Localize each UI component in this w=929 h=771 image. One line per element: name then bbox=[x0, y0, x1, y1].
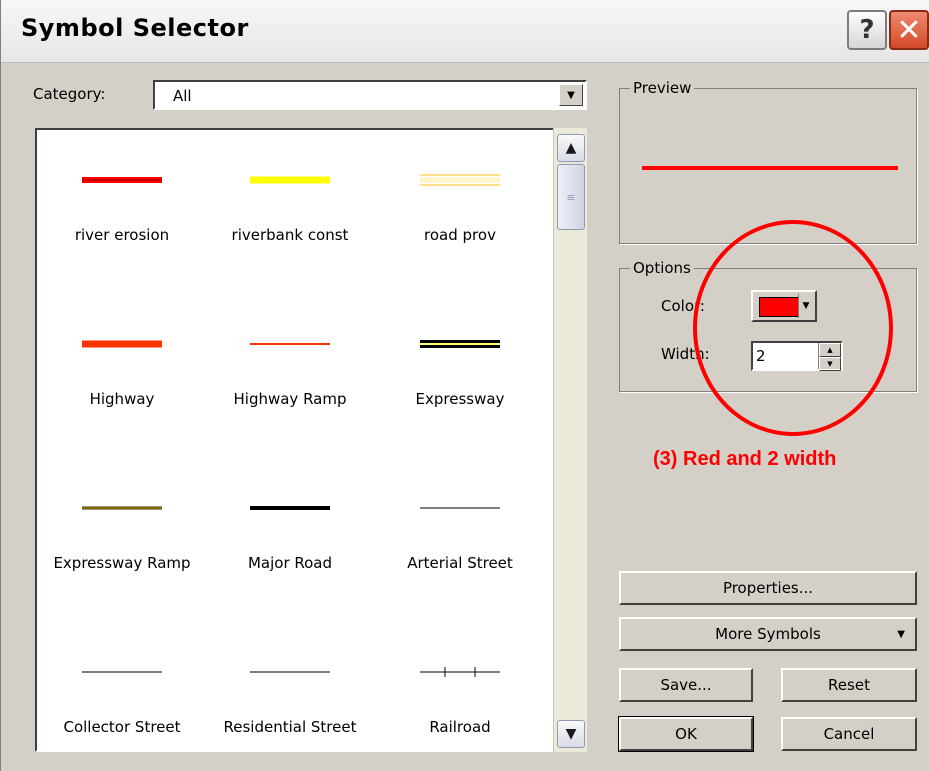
symbol-label: Expressway Ramp bbox=[53, 554, 191, 572]
symbol-item[interactable]: Railroad bbox=[375, 622, 545, 750]
category-dropdown[interactable]: All ▼ bbox=[153, 80, 587, 110]
symbol-list: river erosion riverbank const road prov … bbox=[35, 128, 587, 752]
save-button-label: Save... bbox=[660, 676, 712, 694]
symbol-swatch bbox=[205, 488, 375, 528]
symbol-label: Residential Street bbox=[223, 718, 357, 736]
cancel-button[interactable]: Cancel bbox=[781, 717, 917, 751]
chevron-down-icon[interactable]: ▼ bbox=[559, 84, 583, 106]
annotation-circle bbox=[693, 220, 893, 436]
ok-button[interactable]: OK bbox=[618, 716, 754, 752]
properties-button-label: Properties... bbox=[722, 579, 814, 597]
symbol-swatch bbox=[37, 160, 207, 200]
reset-button[interactable]: Reset bbox=[781, 668, 917, 702]
symbol-label: Expressway bbox=[415, 390, 505, 408]
symbol-swatch bbox=[375, 652, 545, 692]
symbol-swatch bbox=[205, 652, 375, 692]
symbol-swatch bbox=[37, 324, 207, 364]
symbol-item[interactable]: Highway bbox=[37, 294, 207, 444]
preview-group: Preview bbox=[619, 79, 917, 244]
symbol-label: Railroad bbox=[429, 718, 491, 736]
close-button[interactable]: ✕ bbox=[889, 10, 929, 50]
dialog-title: Symbol Selector bbox=[21, 14, 249, 42]
reset-button-label: Reset bbox=[828, 676, 870, 694]
properties-button[interactable]: Properties... bbox=[619, 571, 917, 605]
symbol-label: riverbank const bbox=[231, 226, 349, 244]
cancel-button-label: Cancel bbox=[823, 725, 875, 743]
preview-line bbox=[642, 166, 898, 170]
scrollbar-thumb[interactable]: ≡ bbox=[557, 164, 585, 230]
symbol-swatch bbox=[205, 160, 375, 200]
symbol-swatch bbox=[375, 488, 545, 528]
symbol-selector-dialog: Symbol Selector ? ✕ Category: All ▼ rive… bbox=[0, 0, 929, 771]
symbol-swatch bbox=[375, 160, 545, 200]
symbol-label: Highway Ramp bbox=[233, 390, 347, 408]
symbol-label: Major Road bbox=[247, 554, 333, 572]
scroll-down-icon[interactable]: ▼ bbox=[557, 720, 585, 748]
symbol-swatch bbox=[37, 488, 207, 528]
ok-button-label: OK bbox=[675, 725, 697, 743]
save-button[interactable]: Save... bbox=[619, 668, 753, 702]
close-icon: ✕ bbox=[896, 12, 922, 48]
symbol-item[interactable]: Collector Street bbox=[37, 622, 207, 750]
category-label: Category: bbox=[33, 85, 106, 103]
title-bar: Symbol Selector ? ✕ bbox=[1, 0, 929, 63]
symbol-label: road prov bbox=[424, 226, 496, 244]
symbol-list-scrollbar[interactable]: ▲ ≡ ▼ bbox=[553, 128, 587, 752]
symbol-item[interactable]: Residential Street bbox=[205, 622, 375, 750]
symbol-item[interactable]: riverbank const bbox=[205, 130, 375, 280]
symbol-item[interactable]: road prov bbox=[375, 130, 545, 280]
symbol-item[interactable]: Highway Ramp bbox=[205, 294, 375, 444]
symbol-item[interactable]: Expressway Ramp bbox=[37, 458, 207, 608]
symbol-label: river erosion bbox=[74, 226, 170, 244]
symbol-swatch bbox=[205, 324, 375, 364]
more-symbols-button[interactable]: More Symbols ▼ bbox=[619, 617, 917, 651]
symbol-item[interactable]: river erosion bbox=[37, 130, 207, 280]
chevron-down-icon: ▼ bbox=[897, 628, 905, 640]
symbol-swatch bbox=[37, 652, 207, 692]
symbol-label: Collector Street bbox=[63, 718, 181, 736]
more-symbols-button-label: More Symbols bbox=[715, 625, 821, 643]
symbol-item[interactable]: Major Road bbox=[205, 458, 375, 608]
help-icon: ? bbox=[859, 15, 875, 45]
symbol-item[interactable]: Arterial Street bbox=[375, 458, 545, 608]
options-legend: Options bbox=[630, 259, 694, 277]
symbol-label: Highway bbox=[89, 390, 155, 408]
help-button[interactable]: ? bbox=[847, 10, 887, 50]
symbol-label: Arterial Street bbox=[407, 554, 513, 572]
symbol-item[interactable]: Expressway bbox=[375, 294, 545, 444]
category-value: All bbox=[173, 87, 192, 105]
annotation-text: (3) Red and 2 width bbox=[653, 448, 837, 470]
symbol-swatch bbox=[375, 324, 545, 364]
scroll-up-icon[interactable]: ▲ bbox=[557, 134, 585, 162]
